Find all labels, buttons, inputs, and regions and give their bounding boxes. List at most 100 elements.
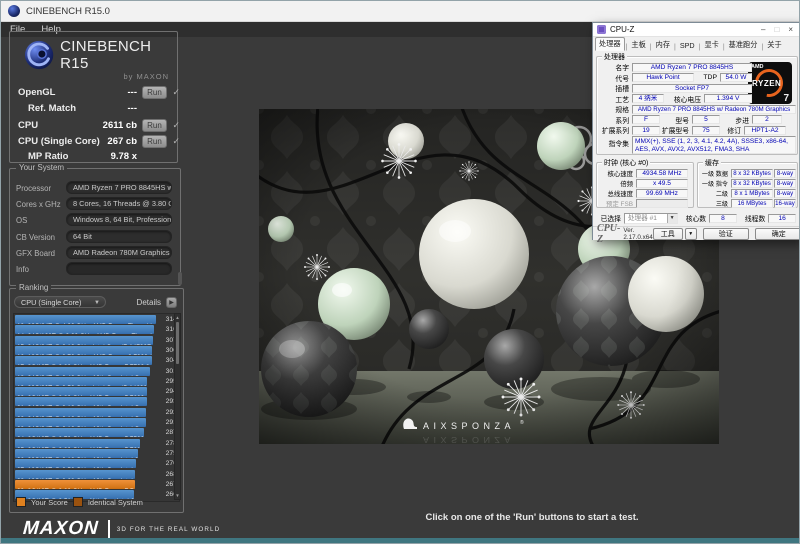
stepping-label: 步进 <box>720 115 752 125</box>
cache-label: 二级 <box>701 189 731 198</box>
system-scrollbar[interactable] <box>178 272 182 285</box>
cpu-run-button[interactable]: Run <box>142 119 167 132</box>
spec-label: 规格 <box>600 104 632 114</box>
window-title: CINEBENCH R15.0 <box>26 6 110 17</box>
ranking-panel: Ranking CPU (Single Core) ▼ Details ▶ 13… <box>9 288 184 513</box>
ranking-list[interactable]: 13. 32C/64T @ 4.00 GHz, AMD Ryzen Thread… <box>13 313 180 502</box>
clock-value-field: 4934.58 MHz <box>636 169 688 178</box>
score-bar[interactable]: 26. 20C/20T @ 2.12 GHz, 12th Gen Intel C… <box>15 449 138 458</box>
minimize-icon[interactable]: – <box>761 23 765 36</box>
score-bar[interactable]: 20. 6C/12T @ 3.80 GHz, AMD Ryzen 5 7600 … <box>15 387 147 396</box>
score-bar[interactable]: 24. 6C/12T @ 3.70 GHz, AMD Ryzen 5 7500F… <box>15 428 144 437</box>
score-bar[interactable]: 28. 16C/16T @ 3.69 GHz, 12th Gen Intel C… <box>15 470 135 479</box>
ranking-row[interactable]: 22. 24C/24T @ 2.12 GHz, 13th Gen Intel C… <box>14 408 179 418</box>
ranking-row-text: 27. 16C/16T @ 2.50 GHz, 13th Gen Intel C… <box>15 466 136 468</box>
chevron-down-icon: ▼ <box>94 298 100 309</box>
refmatch-row: Ref. Match --- <box>10 103 177 116</box>
cpu-single-run-button[interactable]: Run <box>142 135 167 148</box>
ranking-filter-dropdown[interactable]: CPU (Single Core) ▼ <box>14 296 106 308</box>
score-bar[interactable]: 16. 12C/24T @ 3.70 GHz, AMD Ryzen 9 7900… <box>15 346 152 355</box>
tools-button[interactable]: 工具 <box>653 228 683 240</box>
details-button[interactable]: ▶ <box>166 297 177 308</box>
model-field: 5 <box>692 115 720 124</box>
ranking-row[interactable]: 17. 8C/16T @ 3.80 GHz, AMD Ryzen 7 7700 … <box>14 356 179 366</box>
scroll-up-icon[interactable]: ▲ <box>175 315 180 320</box>
window-bottom-accent <box>1 538 799 543</box>
ranking-row[interactable]: 26. 20C/20T @ 2.12 GHz, 12th Gen Intel C… <box>14 449 179 459</box>
ranking-row[interactable]: 13. 32C/64T @ 4.00 GHz, AMD Ryzen Thread… <box>14 315 179 325</box>
cpu-check-icon[interactable]: ✓ <box>172 120 180 131</box>
processor-select-dropdown[interactable]: 处理器 #1 ▼ <box>624 213 678 224</box>
aixsponza-text: AIXSPONZA <box>423 421 515 431</box>
score-bar[interactable]: 23. 24C/24T @ 2.12 GHz, 13th Gen Intel C… <box>15 418 146 427</box>
ranking-row[interactable]: 29. 8C/16T @ 3.80 GHz, AMD Ryzen 7 PRO 8… <box>14 480 179 490</box>
maximize-icon[interactable]: □ <box>774 23 779 36</box>
ranking-row[interactable]: 19. 20C/20T @ 3.50 GHz, Intel Core i5-14… <box>14 377 179 387</box>
stepping-field: 2 <box>752 115 782 124</box>
clock-value-field: x 49.5 <box>636 179 688 188</box>
tab-3[interactable]: SPD <box>677 40 698 51</box>
system-field-label: Processor <box>16 184 51 193</box>
maxon-brand-bar: MAXON 3D FOR THE REAL WORLD <box>23 518 220 540</box>
close-icon[interactable]: × <box>788 23 793 36</box>
cpuz-titlebar[interactable]: CPU-Z – □ × <box>593 23 799 37</box>
score-bar[interactable]: 27. 16C/16T @ 2.50 GHz, 13th Gen Intel C… <box>15 459 136 468</box>
score-bar[interactable]: 13. 32C/64T @ 4.00 GHz, AMD Ryzen Thread… <box>15 315 156 324</box>
tools-dropdown-button[interactable]: ▼ <box>685 228 697 240</box>
system-field-value <box>66 262 172 275</box>
score-bar[interactable]: 19. 20C/20T @ 3.50 GHz, Intel Core i5-14… <box>15 377 147 386</box>
tdp-label: TDP <box>694 74 720 81</box>
codename-label: 代号 <box>600 73 632 83</box>
system-field-row: GFX BoardAMD Radeon 780M Graphics <box>10 246 180 260</box>
mp-ratio-value: 9.78 x <box>67 151 137 162</box>
ranking-row[interactable]: 24. 6C/12T @ 3.70 GHz, AMD Ryzen 5 7500F… <box>14 428 179 438</box>
ranking-scrollbar[interactable]: ▲ ▼ <box>174 313 181 500</box>
ranking-row[interactable]: 25. 6C/12T @ 3.80 GHz, AMD Ryzen 5 7600 … <box>14 439 179 449</box>
ranking-row-text: 14. 64C/128T @ 3.20 GHz, AMD Ryzen Threa… <box>15 332 154 334</box>
cpu-single-check-icon[interactable]: ✓ <box>172 136 180 147</box>
score-bar[interactable]: 14. 64C/128T @ 3.20 GHz, AMD Ryzen Threa… <box>15 325 154 334</box>
system-field-label: GFX Board <box>16 249 55 258</box>
ranking-row[interactable]: 21. 24C/24T @ 3.19 GHz, 12th Gen Intel C… <box>14 397 179 407</box>
ranking-row[interactable]: 28. 16C/16T @ 3.69 GHz, 12th Gen Intel C… <box>14 470 179 480</box>
ext-family-field: 19 <box>632 126 660 135</box>
opengl-run-button[interactable]: Run <box>142 86 167 99</box>
score-bar[interactable]: 25. 6C/12T @ 3.80 GHz, AMD Ryzen 5 7600 … <box>15 439 140 448</box>
score-bar[interactable]: 18. 24C/24T @ 3.42 GHz, 13th Gen Intel C… <box>15 367 150 376</box>
cache-row: 二级8 x 1 MBytes8-way <box>701 188 797 198</box>
tab-processor[interactable]: 处理器 <box>595 37 625 51</box>
score-bar[interactable]: 22. 24C/24T @ 2.12 GHz, 13th Gen Intel C… <box>15 408 146 417</box>
tab-5[interactable]: 基准跑分 <box>726 39 761 51</box>
score-bar[interactable]: 17. 8C/16T @ 3.80 GHz, AMD Ryzen 7 7700 … <box>15 356 152 365</box>
tab-2[interactable]: 内存 <box>653 39 673 51</box>
system-field-row: OSWindows 8, 64 Bit, Professional Editio… <box>10 213 180 227</box>
cpu-score-value: 2611 cb <box>67 120 137 131</box>
ranking-row[interactable]: 18. 24C/24T @ 3.42 GHz, 13th Gen Intel C… <box>14 367 179 377</box>
opengl-check-icon[interactable]: ✓ <box>172 87 180 98</box>
ranking-row[interactable]: 15. 24C/24T @ 2.12 GHz, Intel Core i7-14… <box>14 336 179 346</box>
tab-1[interactable]: 主板 <box>628 39 648 51</box>
voltage-label: 核心电压 <box>664 94 704 104</box>
scrollbar-thumb[interactable] <box>176 322 179 364</box>
your-score-bar[interactable]: 29. 8C/16T @ 3.80 GHz, AMD Ryzen 7 PRO 8… <box>15 480 135 489</box>
ok-button[interactable]: 确定 <box>755 228 800 240</box>
cpu-name-field: AMD Ryzen 7 PRO 8845HS <box>632 63 752 72</box>
score-bar[interactable]: 15. 24C/24T @ 2.12 GHz, Intel Core i7-14… <box>15 336 153 345</box>
ranking-row[interactable]: 16. 12C/24T @ 3.70 GHz, AMD Ryzen 9 7900… <box>14 346 179 356</box>
scroll-down-icon[interactable]: ▼ <box>175 493 180 498</box>
cache-group: 缓存 一级 数据8 x 32 KBytes8-way一级 指令8 x 32 KB… <box>697 162 798 208</box>
ranking-row[interactable]: 14. 64C/128T @ 3.20 GHz, AMD Ryzen Threa… <box>14 325 179 335</box>
selection-label: 已选择 <box>598 213 624 223</box>
validate-button[interactable]: 验证 <box>703 228 749 240</box>
cache-size-field: 8 x 32 KBytes <box>731 179 773 188</box>
codename-field: Hawk Point <box>632 73 694 82</box>
tab-4[interactable]: 显卡 <box>701 39 721 51</box>
ranking-row[interactable]: 20. 6C/12T @ 3.80 GHz, AMD Ryzen 5 7600 … <box>14 387 179 397</box>
family-label: 系列 <box>600 115 632 125</box>
score-bar[interactable]: 21. 24C/24T @ 3.19 GHz, 12th Gen Intel C… <box>15 397 147 406</box>
clock-label: 核心速度 <box>600 169 636 178</box>
tab-6[interactable]: 关于 <box>764 39 784 51</box>
ranking-row[interactable]: 23. 24C/24T @ 2.12 GHz, 13th Gen Intel C… <box>14 418 179 428</box>
ranking-row[interactable]: 27. 16C/16T @ 2.50 GHz, 13th Gen Intel C… <box>14 459 179 469</box>
system-field-label: CB Version <box>16 233 55 242</box>
